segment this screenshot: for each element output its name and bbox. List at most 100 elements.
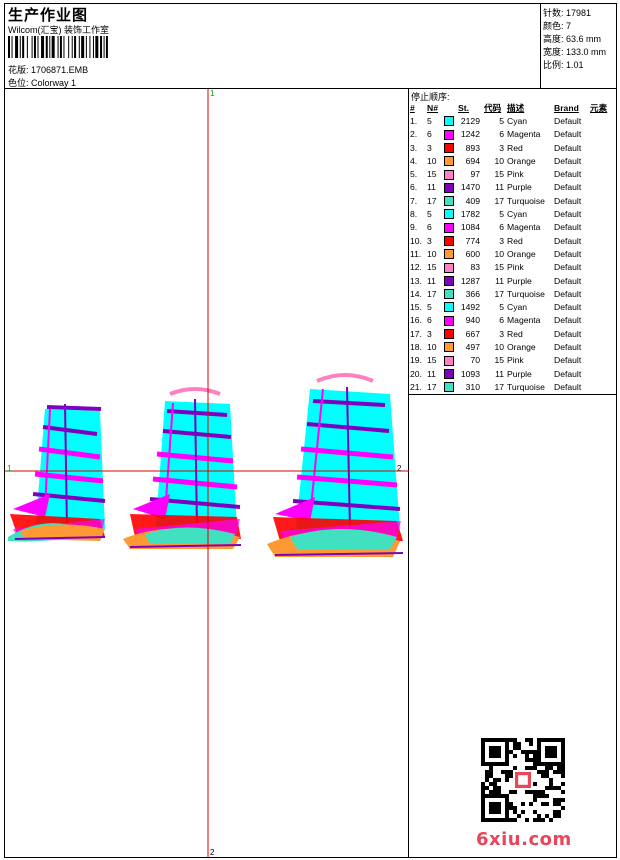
row-brand: Default	[554, 275, 582, 286]
barcode-icon	[8, 36, 108, 58]
col-stitches: St.	[458, 102, 469, 113]
row-description: Red	[507, 328, 523, 339]
company-name: Wilcom(汇宝) 装饰工作室	[8, 25, 109, 35]
row-description: Cyan	[507, 209, 528, 220]
row-description: Pink	[507, 355, 524, 366]
row-description: Red	[507, 235, 523, 246]
row-brand: Default	[554, 248, 582, 259]
colorway-row: 色位: Colorway 1	[8, 76, 76, 89]
row-code: 11	[495, 275, 504, 286]
row-description: Cyan	[507, 302, 528, 313]
color-swatch	[444, 315, 454, 326]
row-needle: 15	[427, 169, 437, 180]
row-swatch	[444, 128, 458, 141]
row-index: 7.	[410, 195, 418, 206]
row-index: 9.	[410, 222, 418, 233]
row-swatch	[444, 340, 458, 353]
table-row: 9. 6 1084 6 Magenta Default	[410, 221, 607, 234]
row-brand: Default	[554, 302, 582, 313]
table-row: 20. 11 1093 11 Purple Default	[410, 367, 607, 380]
color-swatch	[444, 235, 454, 246]
row-index: 17.	[410, 328, 422, 339]
row-code: 15	[494, 262, 504, 273]
stop-sequence-table: # N# St. 代码 描述 Brand 元素 1. 5 2129 5 Cyan Defa…	[410, 101, 607, 394]
table-row: 4. 10 694 10 Orange Default	[410, 154, 607, 167]
table-row: 14. 17 366 17 Turquoise Default	[410, 287, 607, 300]
row-code: 11	[495, 182, 504, 193]
design-file-row: 花版: 1706871.EMB	[8, 63, 88, 76]
row-code: 5	[499, 302, 504, 313]
row-brand: Default	[554, 142, 582, 153]
row-description: Magenta	[507, 315, 541, 326]
col-brand: Brand	[554, 102, 579, 113]
row-index: 20.	[410, 368, 422, 379]
row-needle: 3	[427, 142, 432, 153]
table-row: 2. 6 1242 6 Magenta Default	[410, 128, 607, 141]
row-code: 6	[499, 129, 504, 140]
row-needle: 3	[427, 328, 432, 339]
row-stitches: 893	[465, 142, 480, 153]
row-needle: 17	[427, 381, 437, 392]
row-stitches: 310	[465, 381, 480, 392]
row-swatch	[444, 207, 458, 220]
row-swatch	[444, 274, 458, 287]
row-code: 3	[499, 142, 504, 153]
row-index: 10.	[410, 235, 422, 246]
stat-label: 针数:	[543, 8, 564, 18]
design-label: 花版:	[8, 65, 29, 75]
row-brand: Default	[554, 355, 582, 366]
table-row: 8. 5 1782 5 Cyan Default	[410, 207, 607, 220]
row-needle: 6	[427, 315, 432, 326]
row-swatch	[444, 367, 458, 380]
table-row: 18. 10 497 10 Orange Default	[410, 340, 607, 353]
table-row: 13. 11 1287 11 Purple Default	[410, 274, 607, 287]
row-needle: 6	[427, 222, 432, 233]
row-brand: Default	[554, 235, 582, 246]
axis-label-bottom: 2	[210, 848, 215, 857]
col-swatch	[444, 101, 458, 114]
table-row: 5. 15 97 15 Pink Default	[410, 167, 607, 180]
row-description: Turquoise	[507, 381, 545, 392]
stat-label: 比例:	[543, 60, 564, 70]
row-stitches: 1287	[460, 275, 480, 286]
table-row: 15. 5 1492 5 Cyan Default	[410, 300, 607, 313]
row-brand: Default	[554, 288, 582, 299]
row-code: 10	[494, 155, 504, 166]
row-needle: 10	[427, 341, 437, 352]
row-needle: 15	[427, 262, 437, 273]
stat-value: 17981	[566, 8, 592, 18]
col-code: 代码	[484, 102, 502, 113]
color-swatch	[444, 209, 454, 220]
row-description: Magenta	[507, 222, 541, 233]
row-index: 5.	[410, 169, 418, 180]
stat-label: 高度:	[543, 34, 564, 44]
row-code: 6	[499, 222, 504, 233]
design-canvas[interactable]	[5, 89, 409, 857]
row-stitches: 1782	[460, 209, 480, 220]
axis-label-right: 2	[397, 464, 402, 473]
row-needle: 5	[427, 302, 432, 313]
stat-stitches: 针数: 17981	[543, 6, 591, 19]
col-needle: N#	[427, 102, 438, 113]
row-swatch	[444, 354, 458, 367]
row-needle: 6	[427, 129, 432, 140]
row-stitches: 1084	[460, 222, 480, 233]
row-needle: 15	[427, 355, 437, 366]
row-needle: 5	[427, 209, 432, 220]
row-needle: 10	[427, 248, 437, 259]
row-description: Purple	[507, 275, 532, 286]
page-title: 生产作业图	[8, 7, 89, 24]
color-swatch	[444, 222, 454, 233]
row-needle: 17	[427, 288, 437, 299]
row-description: Orange	[507, 248, 536, 259]
table-row: 17. 3 667 3 Red Default	[410, 327, 607, 340]
row-description: Purple	[507, 368, 532, 379]
axis-label-left: 1	[7, 464, 12, 473]
row-index: 13.	[410, 275, 422, 286]
row-brand: Default	[554, 222, 582, 233]
row-index: 6.	[410, 182, 418, 193]
row-description: Orange	[507, 341, 536, 352]
row-swatch	[444, 167, 458, 180]
color-swatch	[444, 116, 454, 127]
row-index: 19.	[410, 355, 422, 366]
